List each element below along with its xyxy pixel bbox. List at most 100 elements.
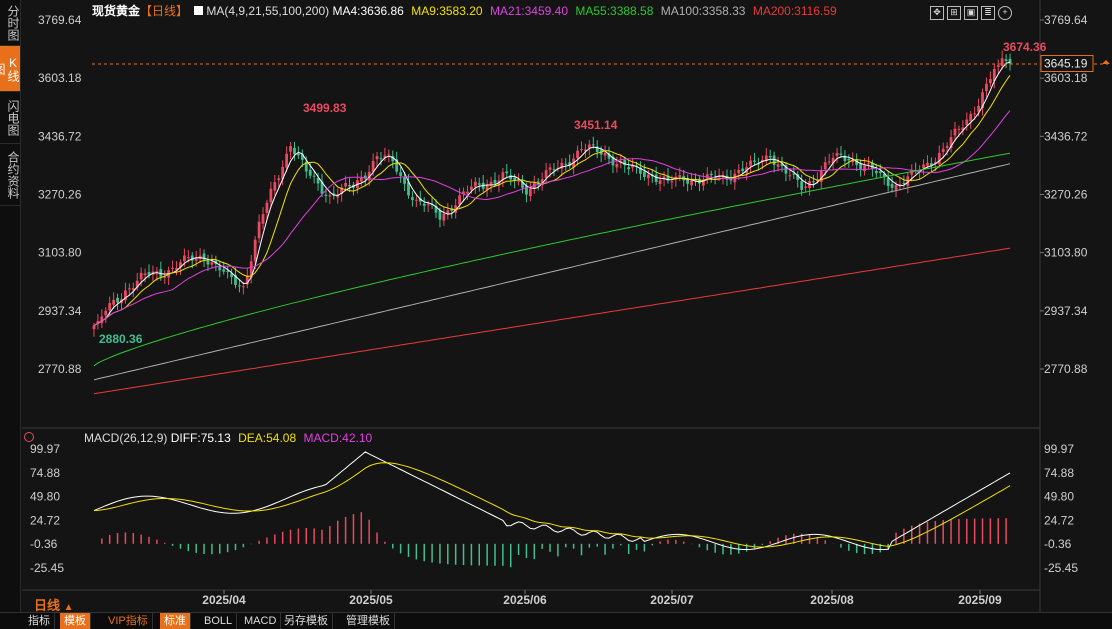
ma-params: MA(4,9,21,55,100,200) (206, 4, 330, 18)
chart-toolbar: ✥ ⊞ ▣ ≣ + (927, 2, 1012, 20)
zoom-icon[interactable]: ⊞ (947, 6, 961, 20)
tab-save-template[interactable]: 另存模板 (280, 613, 333, 629)
ma100-value: MA100:3358.33 (660, 4, 746, 18)
tab-template[interactable]: 模板 (60, 613, 91, 629)
candle-body (953, 128, 957, 136)
macd-axis-left-label: -25.45 (30, 561, 64, 575)
candle-body (788, 175, 792, 177)
candle-body (941, 148, 945, 153)
candle-body (886, 177, 890, 186)
candle-body (348, 184, 351, 187)
price-axis-left-label: 2770.88 (38, 362, 82, 376)
candle-body (894, 185, 898, 190)
candle-body (359, 177, 363, 182)
candle-body (206, 260, 210, 265)
tab-manage-template[interactable]: 管理模板 (342, 613, 395, 629)
candle-body (277, 178, 281, 181)
candle-body (737, 169, 741, 174)
candle-body (839, 153, 843, 155)
price-marker-icon (1102, 60, 1110, 64)
candle-body (289, 146, 292, 152)
candle-body (470, 186, 473, 191)
add-icon[interactable]: + (998, 6, 1012, 20)
candle-body (186, 257, 190, 259)
candle-body (863, 165, 866, 172)
candle-body (690, 180, 693, 186)
candle-body (116, 297, 119, 303)
candle-body (926, 162, 929, 166)
tab-boll[interactable]: BOLL (200, 613, 238, 629)
move-icon[interactable]: ✥ (930, 6, 944, 20)
candle-body (552, 169, 556, 171)
candle-body (473, 181, 477, 187)
candle-body (835, 152, 839, 156)
tab-macd[interactable]: MACD (240, 613, 282, 629)
candle-body (741, 168, 745, 172)
candle-body (458, 195, 462, 205)
candle-body (387, 154, 391, 156)
candle-body (591, 144, 595, 146)
candle-body (753, 160, 756, 162)
candle-body (709, 173, 713, 176)
candle-body (297, 153, 300, 156)
annotation-high-jun: 3451.14 (574, 118, 618, 132)
candle-body (890, 183, 894, 188)
candle-body (92, 325, 96, 330)
image-icon[interactable]: ▣ (964, 6, 978, 20)
candle-body (253, 239, 257, 262)
candle-body (422, 203, 426, 206)
candle-body (937, 152, 941, 165)
price-axis-left-label: 3603.18 (38, 71, 82, 85)
period-tag: 【日线】 (140, 4, 189, 18)
candle-body (438, 210, 442, 220)
date-axis-label: 2025/07 (650, 593, 694, 607)
candle-body (973, 113, 977, 115)
candle-body (505, 171, 509, 174)
date-axis-label: 2025/08 (810, 593, 854, 607)
ma-settings-icon[interactable] (194, 6, 204, 15)
candle-body (171, 267, 174, 269)
candle-body (525, 185, 528, 195)
price-axis-right-label: 3103.80 (1044, 246, 1088, 260)
price-axis-left-label: 3270.26 (38, 188, 82, 202)
candle-body (678, 175, 682, 178)
macd-diff-line (93, 451, 1011, 550)
candle-body (969, 114, 973, 122)
candle-body (517, 180, 520, 182)
candle-body (670, 181, 674, 183)
candle-body (328, 195, 332, 197)
date-axis-label: 2025/09 (958, 593, 1002, 607)
candle-body (210, 262, 214, 265)
annotation-high-apr: 3499.83 (303, 101, 347, 115)
candle-body (143, 273, 147, 275)
tab-indicator[interactable]: 指标 (24, 613, 55, 629)
tab-vip-indicator[interactable]: VIP指标 (104, 613, 153, 629)
candle-body (922, 164, 925, 169)
list-icon[interactable]: ≣ (981, 6, 995, 20)
candle-body (658, 180, 662, 185)
instrument-name: 现货黄金 (92, 4, 141, 18)
macd-dea: DEA:54.08 (238, 431, 297, 445)
candle-body (493, 179, 497, 184)
candle-body (985, 83, 988, 92)
candle-body (698, 178, 701, 184)
candle-body (603, 152, 607, 156)
chart-header: 现货黄金【日线】 MA(4,9,21,55,100,200) MA4:3636.… (92, 2, 837, 19)
macd-settings-icon[interactable] (24, 432, 34, 442)
candle-body (257, 221, 261, 239)
candle-body (902, 182, 906, 184)
candle-body (988, 79, 992, 84)
price-axis-right-label: 3436.72 (1044, 129, 1088, 143)
candle-body (945, 146, 949, 148)
candle-body (312, 175, 316, 177)
candle-body (733, 173, 737, 183)
candle-body (375, 156, 379, 160)
macd-axis-right-label: 99.97 (1044, 442, 1074, 456)
candle-body (403, 176, 406, 184)
candle-body (344, 182, 347, 187)
candle-body (812, 181, 815, 183)
tab-standard[interactable]: 标准 (160, 613, 191, 629)
candle-body (878, 171, 882, 173)
candle-body (996, 65, 1000, 67)
kline-chart[interactable]: 3769.64 3769.64 3603.18 3603.18 3436.72 3436.… (0, 0, 1112, 612)
